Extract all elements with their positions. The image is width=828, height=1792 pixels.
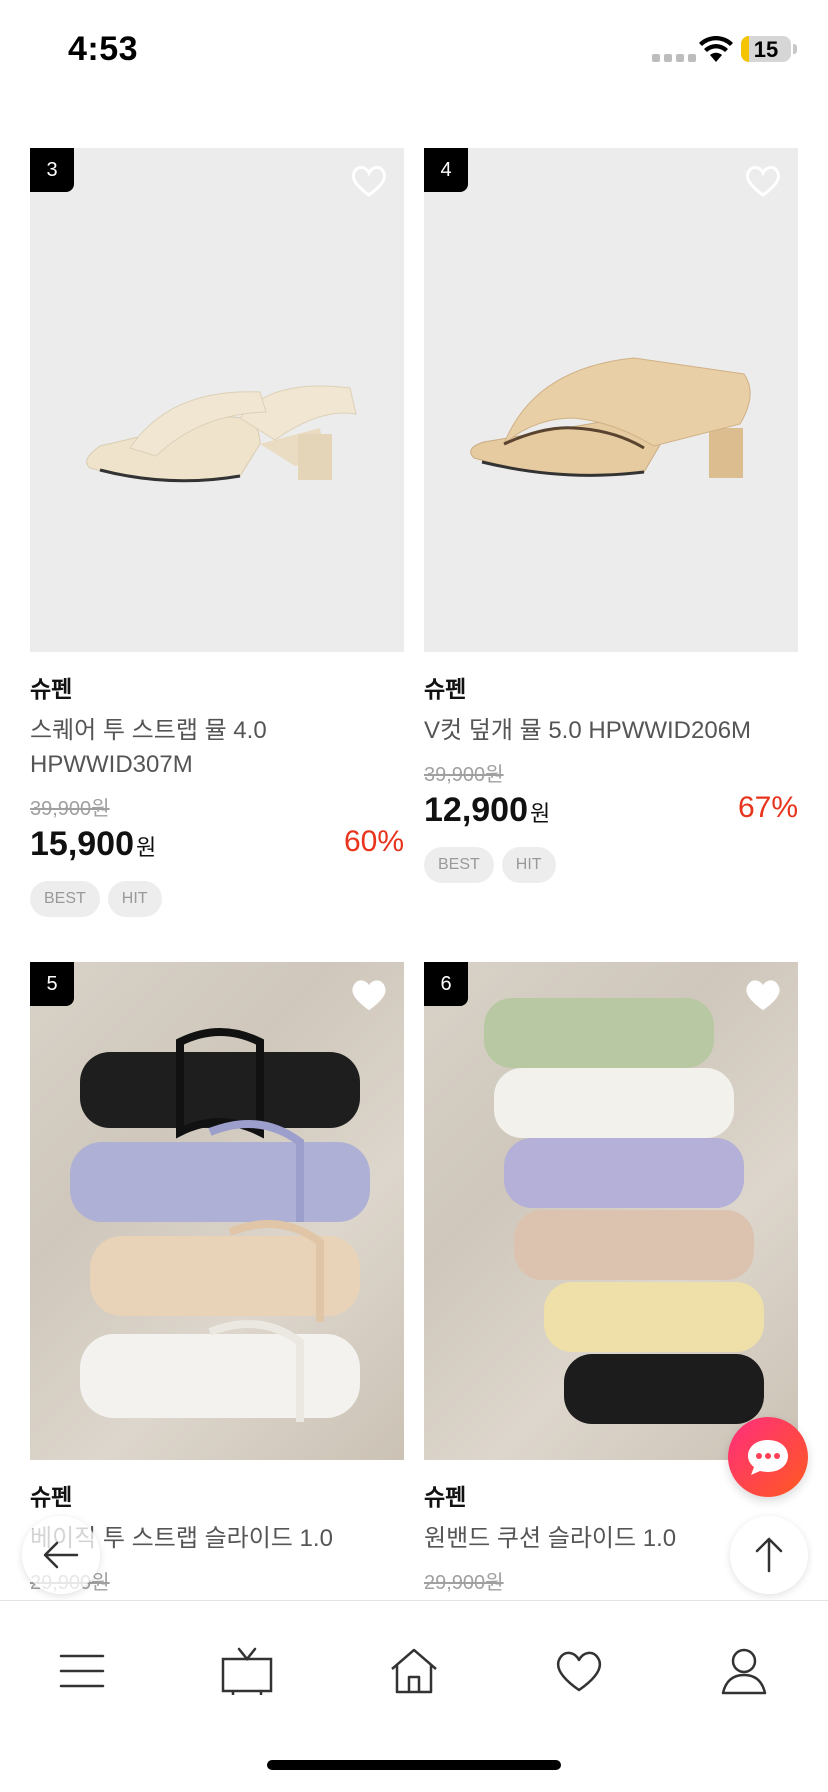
badge-hit: HIT: [107, 881, 162, 917]
product-name[interactable]: 스퀘어 투 스트랩 뮬 4.0 HPWWID307M: [30, 714, 404, 782]
product-image[interactable]: 6: [424, 962, 798, 1460]
product-card[interactable]: 5 슈펜 베이직 투 스트랩 슬라이드 1.0 29,900원: [30, 962, 404, 1595]
product-brand: 슈펜: [30, 1484, 73, 1510]
heart-filled-icon[interactable]: [744, 978, 782, 1012]
product-card[interactable]: 4 슈펜 V컷 덮개 뮬 5.0 HPWWID206M 39,900원 12,9…: [424, 148, 798, 883]
product-image[interactable]: 5: [30, 962, 404, 1460]
chat-button[interactable]: [728, 1417, 808, 1497]
original-price: 39,900원: [424, 764, 504, 786]
arrow-up-icon: [755, 1537, 783, 1573]
sale-price: 15,900원: [30, 825, 157, 863]
nav-home[interactable]: [384, 1641, 444, 1701]
status-bar: 4:53 15: [0, 0, 828, 100]
slide-colors-image: [484, 998, 764, 1424]
discount-rate: 67%: [737, 791, 798, 824]
status-time: 4:53: [68, 30, 139, 68]
menu-icon: [59, 1654, 105, 1688]
price-row: 15,900원 60%: [30, 825, 404, 865]
product-brand: 슈펜: [30, 676, 73, 702]
discount-rate: 60%: [343, 825, 404, 858]
sandal-image: [86, 385, 357, 483]
product-image[interactable]: 3: [30, 148, 404, 652]
rank-badge: 4: [424, 148, 468, 192]
arrow-left-icon: [43, 1541, 79, 1569]
home-icon: [391, 1648, 437, 1694]
product-card[interactable]: 6 슈펜 원밴드 쿠션 슬라이드 1.0 29,900원: [424, 962, 798, 1595]
heart-outline-icon[interactable]: [350, 164, 388, 198]
chat-bubble-icon: [748, 1440, 788, 1475]
badge-best: BEST: [30, 881, 100, 917]
heart-filled-icon[interactable]: [350, 978, 388, 1012]
original-price: 39,900원: [30, 798, 110, 820]
nav-wishlist[interactable]: [549, 1641, 609, 1701]
heart-outline-icon[interactable]: [744, 164, 782, 198]
battery-icon: 15: [741, 36, 791, 62]
product-brand: 슈펜: [424, 676, 467, 702]
cellular-signal-icon: [652, 54, 696, 62]
sale-price: 12,900원: [424, 791, 551, 829]
home-indicator: [267, 1760, 561, 1770]
sandal-colors-image: [70, 1028, 370, 1422]
battery-level: 15: [753, 37, 779, 62]
user-icon: [721, 1648, 767, 1695]
product-image[interactable]: 4: [424, 148, 798, 652]
scroll-top-button[interactable]: [730, 1516, 808, 1594]
nav-menu[interactable]: [52, 1641, 112, 1701]
badge-list: BEST HIT: [424, 847, 798, 883]
rank-badge: 3: [30, 148, 74, 192]
nav-live[interactable]: [217, 1641, 277, 1701]
badge-hit: HIT: [501, 847, 556, 883]
mule-image: [470, 357, 751, 478]
product-name[interactable]: V컷 덮개 뮬 5.0 HPWWID206M: [424, 714, 798, 748]
heart-icon: [556, 1651, 602, 1692]
badge-list: BEST HIT: [30, 881, 404, 917]
product-card[interactable]: 3 슈펜 스퀘어 투 스트랩 뮬 4.0 HPWWID307M 39,900원 …: [30, 148, 404, 917]
wifi-icon: [699, 36, 733, 62]
rank-badge: 6: [424, 962, 468, 1006]
price-row: 12,900원 67%: [424, 791, 798, 831]
back-button[interactable]: [22, 1516, 100, 1594]
rank-badge: 5: [30, 962, 74, 1006]
tv-icon: [221, 1647, 273, 1695]
badge-best: BEST: [424, 847, 494, 883]
nav-mypage[interactable]: [714, 1641, 774, 1701]
